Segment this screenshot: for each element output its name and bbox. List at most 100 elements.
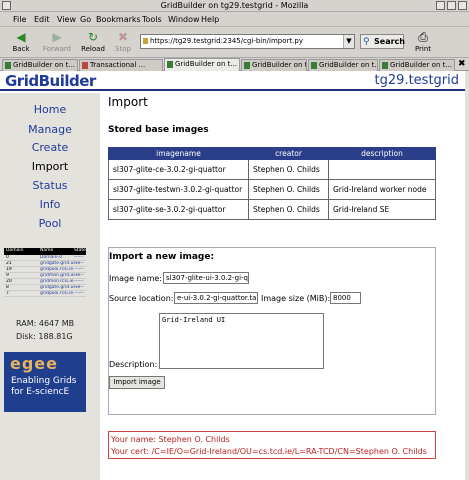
tab-favicon <box>5 62 11 69</box>
minimize-icon[interactable] <box>436 1 445 10</box>
search-icon: ⚲ <box>363 37 370 47</box>
domain-table-cell: ------ <box>74 261 84 266</box>
imagename-cell: sl307-glite-se-3.0.2-gi-quattor <box>108 199 249 220</box>
image-size-input[interactable]: 8000 <box>330 292 361 304</box>
close-tab-icon[interactable]: ✖ <box>458 59 466 69</box>
window-titlebar: GridBuilder on tg29.testgrid - Mozilla <box>0 0 469 12</box>
sidebar-item-home[interactable]: Home <box>0 103 100 116</box>
egee-logo[interactable]: egee Enabling Grids for E-sciencE <box>4 352 86 412</box>
description-label: Description: <box>109 360 158 369</box>
search-button[interactable]: ⚲ Search <box>360 34 405 49</box>
import-image-button[interactable]: Import image <box>109 376 165 389</box>
print-label: Print <box>414 45 432 53</box>
table-row: sl307-glite-testwn-3.0.2-gi-quattor Steph… <box>108 179 436 200</box>
tab-2[interactable]: Transactional ... <box>79 59 163 71</box>
tab-4[interactable]: GridBuilder on t... <box>241 59 307 71</box>
image-name-input[interactable]: sl307-glite-ui-3.0.2-gi-qua <box>163 272 249 284</box>
tab-5[interactable]: GridBuilder on t... <box>308 59 378 71</box>
menu-view[interactable]: View <box>57 15 76 24</box>
egee-tagline-line2: for E-sciencE <box>11 387 70 397</box>
import-heading: Import a new image: <box>109 252 215 262</box>
menu-bookmarks[interactable]: Bookmarks <box>96 15 141 24</box>
description-cell: Grid-Ireland SE <box>328 199 436 220</box>
url-input[interactable]: https://tg29.testgrid:2345/cgi-bin/impor… <box>140 34 355 49</box>
col-creator: creator <box>248 147 329 160</box>
reload-label: Reload <box>81 45 105 53</box>
sidebar-item-status[interactable]: Status <box>0 179 100 192</box>
user-name: Your name: Stephen O. Childs <box>111 435 230 444</box>
page-content: GridBuilder tg29.testgrid Home Manage Cr… <box>0 71 469 480</box>
domain-table-cell: 21 <box>6 261 12 266</box>
forward-label: Forward <box>42 45 72 53</box>
tab-favicon <box>244 62 250 69</box>
ram-stat: RAM: 4647 MB <box>16 319 75 328</box>
sidebar-item-pool[interactable]: Pool <box>0 217 100 230</box>
search-label: Search <box>374 37 405 46</box>
domain-table-cell[interactable]: gridmon.rcsi.ie <box>40 279 74 284</box>
menu-edit[interactable]: Edit <box>34 15 50 24</box>
printer-icon: ⎙ <box>418 30 428 44</box>
domain-table-cell[interactable]: gridpool.rcsi.ie <box>40 267 73 272</box>
sidebar-item-create[interactable]: Create <box>0 141 100 154</box>
stop-label: Stop <box>115 45 131 53</box>
vertical-scrollbar[interactable] <box>465 71 469 480</box>
domain-table-cell[interactable]: gridpool.rcsi.ie <box>40 291 73 296</box>
url-text: https://tg29.testgrid:2345/cgi-bin/impor… <box>150 37 303 45</box>
tab-label: GridBuilder on t... <box>13 61 76 69</box>
domain-table-cell: ------ <box>74 285 84 290</box>
reload-button[interactable]: ↻ Reload <box>76 29 110 56</box>
sidebar-item-info[interactable]: Info <box>0 198 100 211</box>
domain-table-cell: 19 <box>6 267 12 272</box>
maximize-icon[interactable] <box>447 1 456 10</box>
sidebar-item-manage[interactable]: Manage <box>0 123 100 136</box>
source-location-input[interactable]: e-ui-3.0.2-gi-quattor.tar.gz <box>174 292 258 304</box>
egee-tagline: Enabling Grids for E-sciencE <box>11 376 76 398</box>
disk-stat: Disk: 188.81G <box>16 332 73 341</box>
tab-3[interactable]: GridBuilder on t... <box>164 58 240 71</box>
imagename-cell: sl307-glite-testwn-3.0.2-gi-quattor <box>108 179 249 200</box>
image-size-label: Image size (MiB): <box>261 294 331 303</box>
close-icon[interactable] <box>458 1 467 10</box>
forward-arrow-icon: ▶ <box>52 30 62 44</box>
menu-tools[interactable]: Tools <box>142 15 162 24</box>
menu-file[interactable]: File <box>13 15 26 24</box>
gridbuilder-logo[interactable]: GridBuilder <box>5 72 96 90</box>
print-button[interactable]: ⎙ Print <box>406 29 440 56</box>
tab-favicon <box>167 61 173 68</box>
domain-col-header: Domain <box>6 248 24 253</box>
sidebar-item-import[interactable]: Import <box>0 160 100 173</box>
domain-table-cell: ------ <box>74 291 84 296</box>
domain-table-cell: 20 <box>6 279 12 284</box>
stored-images-table: imagename creator description sl307-glit… <box>108 147 436 220</box>
description-textarea[interactable]: Grid-Ireland UI <box>159 313 324 369</box>
menubar: File Edit View Go Bookmarks Tools Window… <box>0 13 469 27</box>
creator-cell: Stephen O. Childs <box>248 179 329 200</box>
name-col-header: Name <box>40 248 54 253</box>
domain-table-cell: 8 <box>6 285 9 290</box>
state-col-header: State <box>74 248 86 253</box>
tab-label: GridBuilder on t... <box>175 60 238 68</box>
tab-label: GridBuilder on t... <box>252 61 306 69</box>
domain-table-cell: ------ <box>74 279 84 284</box>
domain-table-cell: 9 <box>6 273 9 278</box>
creator-cell: Stephen O. Childs <box>248 199 329 220</box>
tab-6[interactable]: GridBuilder on t... <box>379 59 455 71</box>
back-arrow-icon: ◀ <box>16 30 26 44</box>
menu-window[interactable]: Window <box>168 15 200 24</box>
domain-table-cell[interactable]: Domain-0 <box>40 255 62 260</box>
domain-status-table: Domain Name State 0 Domain-0 ------ 21 gridg… <box>4 248 86 297</box>
tab-1[interactable]: GridBuilder on t... <box>2 59 78 71</box>
creator-cell: Stephen O. Childs <box>248 159 329 180</box>
menu-help[interactable]: Help <box>201 15 219 24</box>
window-title: GridBuilder on tg29.testgrid - Mozilla <box>160 1 309 10</box>
url-dropdown-icon[interactable]: ▼ <box>343 35 354 48</box>
stop-button[interactable]: ✖ Stop <box>106 29 140 56</box>
domain-table-header: Domain Name State <box>4 248 86 255</box>
tab-label: GridBuilder on t... <box>319 61 378 69</box>
menu-go[interactable]: Go <box>80 15 91 24</box>
back-button[interactable]: ◀ Back <box>4 29 38 56</box>
col-description: description <box>328 147 436 160</box>
user-cert: Your cert: /C=IE/O=Grid-Ireland/OU=cs.tc… <box>111 447 427 456</box>
forward-button[interactable]: ▶ Forward <box>40 29 74 56</box>
col-imagename: imagename <box>108 147 249 160</box>
